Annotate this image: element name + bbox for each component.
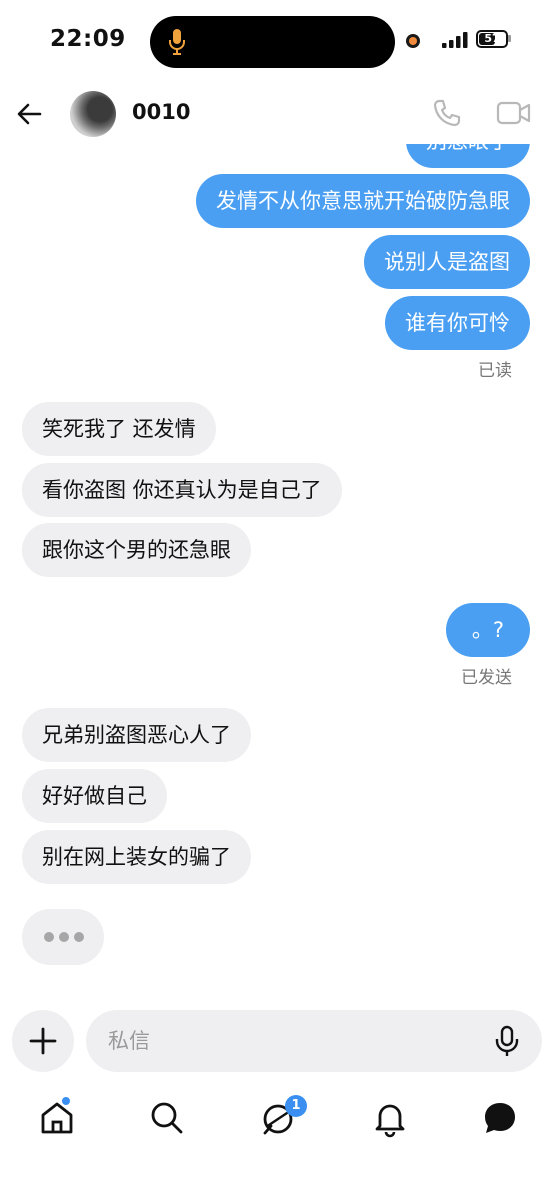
phone-call-icon[interactable] <box>430 96 464 130</box>
message-bubble-incoming[interactable]: 好好做自己 <box>22 769 167 823</box>
message-bubble-outgoing[interactable]: 说别人是盗图 <box>364 235 530 289</box>
message-bubble-incoming[interactable]: 兄弟别盗图恶心人了 <box>22 708 251 762</box>
message-bubble-incoming[interactable]: 笑死我了 还发情 <box>22 402 216 456</box>
microphone-icon[interactable] <box>492 1024 522 1058</box>
contact-name[interactable]: 0010 <box>132 100 190 124</box>
message-input[interactable] <box>108 1010 468 1072</box>
sent-receipt: 已发送 <box>461 668 512 688</box>
battery-cap <box>508 35 511 42</box>
chat-header: 0010 <box>0 84 554 144</box>
home-icon[interactable] <box>37 1098 77 1138</box>
plus-icon <box>29 1027 57 1055</box>
message-bubble-incoming[interactable]: 别在网上装女的骗了 <box>22 830 251 884</box>
status-bar: 22:09 57 <box>0 0 554 84</box>
message-bubble-incoming[interactable]: 跟你这个男的还急眼 <box>22 523 251 577</box>
message-bubble-outgoing[interactable]: 。? <box>445 603 530 657</box>
search-icon[interactable] <box>147 1098 187 1138</box>
contact-avatar[interactable] <box>70 91 116 137</box>
back-arrow-icon[interactable] <box>14 98 46 130</box>
battery-level: 57 <box>484 32 500 45</box>
message-bubble-outgoing[interactable]: 谁有你可怜 <box>385 296 530 350</box>
status-time: 22:09 <box>50 26 126 52</box>
dynamic-island <box>150 16 395 68</box>
read-receipt: 已读 <box>478 361 512 381</box>
messages-icon[interactable] <box>480 1098 520 1138</box>
battery-icon: 57 <box>476 30 508 48</box>
recording-indicator-icon <box>406 34 420 48</box>
microphone-indicator-icon <box>169 29 185 55</box>
message-bubble-outgoing[interactable]: 发情不从你意思就开始破防急眼 <box>196 174 530 228</box>
chat-badge: 1 <box>285 1095 307 1117</box>
video-call-icon[interactable] <box>496 98 532 128</box>
home-notification-dot <box>62 1097 70 1105</box>
add-attachment-button[interactable] <box>12 1010 74 1072</box>
bell-icon[interactable] <box>370 1098 410 1138</box>
message-bubble-incoming[interactable]: 看你盗图 你还真认为是自己了 <box>22 463 342 517</box>
message-input-container[interactable] <box>86 1010 542 1072</box>
signal-icon <box>442 32 468 48</box>
typing-indicator <box>22 909 104 965</box>
